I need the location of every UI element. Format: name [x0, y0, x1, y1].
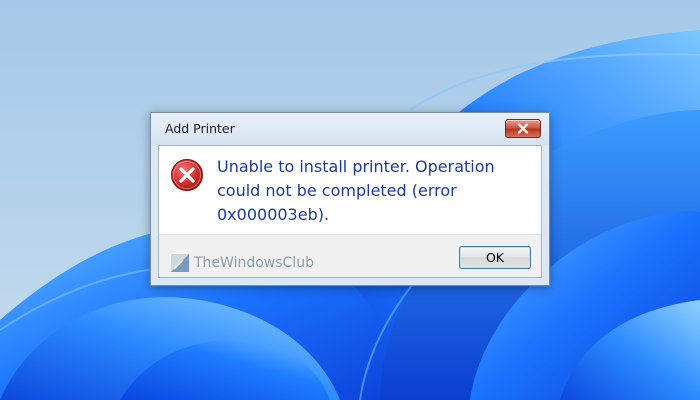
dialog-titlebar[interactable]: Add Printer	[151, 113, 549, 145]
dialog-body: Unable to install printer. Operation cou…	[158, 145, 542, 278]
ok-button[interactable]: OK	[459, 246, 531, 269]
footer-divider	[159, 234, 541, 235]
message-area: Unable to install printer. Operation cou…	[159, 146, 541, 234]
error-message: Unable to install printer. Operation cou…	[217, 157, 495, 224]
error-icon	[171, 159, 203, 191]
dialog-title: Add Printer	[165, 121, 235, 136]
windows-club-logo	[171, 254, 189, 272]
watermark-text: TheWindowsClub	[194, 255, 314, 271]
watermark: TheWindowsClub	[171, 254, 314, 272]
close-icon	[517, 123, 529, 134]
close-button[interactable]	[505, 119, 541, 138]
add-printer-dialog: Add Printer Unable to install printer. O…	[150, 112, 550, 286]
